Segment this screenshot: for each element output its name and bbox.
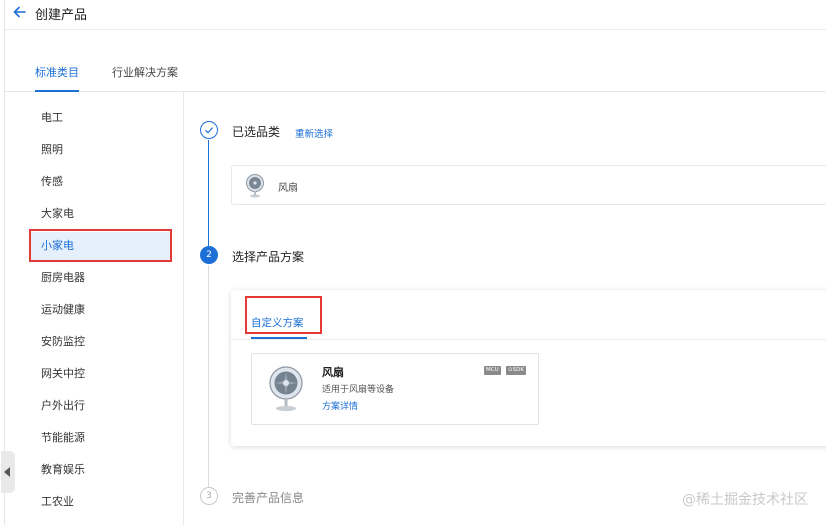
step2-title: 选择产品方案 — [232, 250, 305, 264]
sidebar-item-sensor[interactable]: 传感 — [31, 168, 171, 196]
sidebar-item-security[interactable]: 安防监控 — [31, 328, 171, 356]
sdk-badge: ⊙SDK — [506, 366, 526, 375]
reselect-link[interactable]: 重新选择 — [295, 126, 333, 140]
sidebar-collapse-handle[interactable] — [1, 451, 15, 493]
step-connector-2 — [208, 265, 209, 487]
app-frame: 创建产品 标准类目 行业解决方案 电工 照明 传感 大家电 小家电 厨房电器 运… — [1, 0, 826, 525]
step1-check-icon — [200, 121, 218, 139]
fan-icon — [269, 366, 303, 412]
solution-card-fan[interactable]: 风扇 适用于风扇等设备 方案详情 MCU ⊙SDK — [251, 353, 539, 425]
solution-details-link[interactable]: 方案详情 — [322, 399, 358, 412]
mcu-badge: MCU — [484, 366, 501, 375]
sidebar-item-gateway[interactable]: 网关中控 — [31, 360, 171, 388]
fan-icon — [246, 174, 264, 198]
sidebar-item-outdoor[interactable]: 户外出行 — [31, 392, 171, 420]
selected-category-label: 风扇 — [278, 183, 298, 194]
sidebar-item-kitchen[interactable]: 厨房电器 — [31, 264, 171, 292]
step-connector-1 — [208, 140, 209, 246]
back-arrow-icon[interactable] — [11, 3, 29, 21]
step3-number: 3 — [200, 487, 218, 505]
page-title: 创建产品 — [35, 8, 88, 23]
solution-card-description: 适用于风扇等设备 — [322, 385, 395, 395]
step3-title: 完善产品信息 — [232, 491, 305, 505]
solution-panel: 自定义方案 风扇 适用于风扇等设备 方案详情 MCU ⊙SDK — [231, 290, 826, 446]
sidebar-item-energy[interactable]: 节能能源 — [31, 424, 171, 452]
sidebar-item-industry-agriculture[interactable]: 工农业 — [31, 488, 171, 516]
category-sidebar: 电工 照明 传感 大家电 小家电 厨房电器 运动健康 安防监控 网关中控 户外出… — [5, 92, 184, 525]
sdk-badge-label: SDK — [512, 367, 524, 373]
tab-custom-solution[interactable]: 自定义方案 — [251, 315, 307, 339]
sidebar-item-lighting[interactable]: 照明 — [31, 136, 171, 164]
page-header: 创建产品 — [5, 0, 826, 30]
sidebar-item-education[interactable]: 教育娱乐 — [31, 456, 171, 484]
solution-tabs: 自定义方案 — [231, 290, 826, 340]
collapse-arrow-icon — [4, 467, 10, 477]
solution-card-title: 风扇 — [322, 366, 344, 379]
sidebar-item-large-appliance[interactable]: 大家电 — [31, 200, 171, 228]
selected-category-card: 风扇 — [231, 165, 826, 205]
sidebar-item-sports-health[interactable]: 运动健康 — [31, 296, 171, 324]
sidebar-item-small-appliance[interactable]: 小家电 — [31, 232, 171, 260]
step1-title: 已选品类 — [232, 125, 281, 139]
tab-industry-solution[interactable]: 行业解决方案 — [112, 64, 178, 92]
sidebar-item-electrician[interactable]: 电工 — [31, 104, 171, 132]
category-tabs: 标准类目 行业解决方案 — [5, 30, 826, 92]
tab-standard-category[interactable]: 标准类目 — [35, 64, 79, 92]
watermark: @稀土掘金技术社区 — [682, 492, 808, 508]
step2-number: 2 — [200, 246, 218, 264]
